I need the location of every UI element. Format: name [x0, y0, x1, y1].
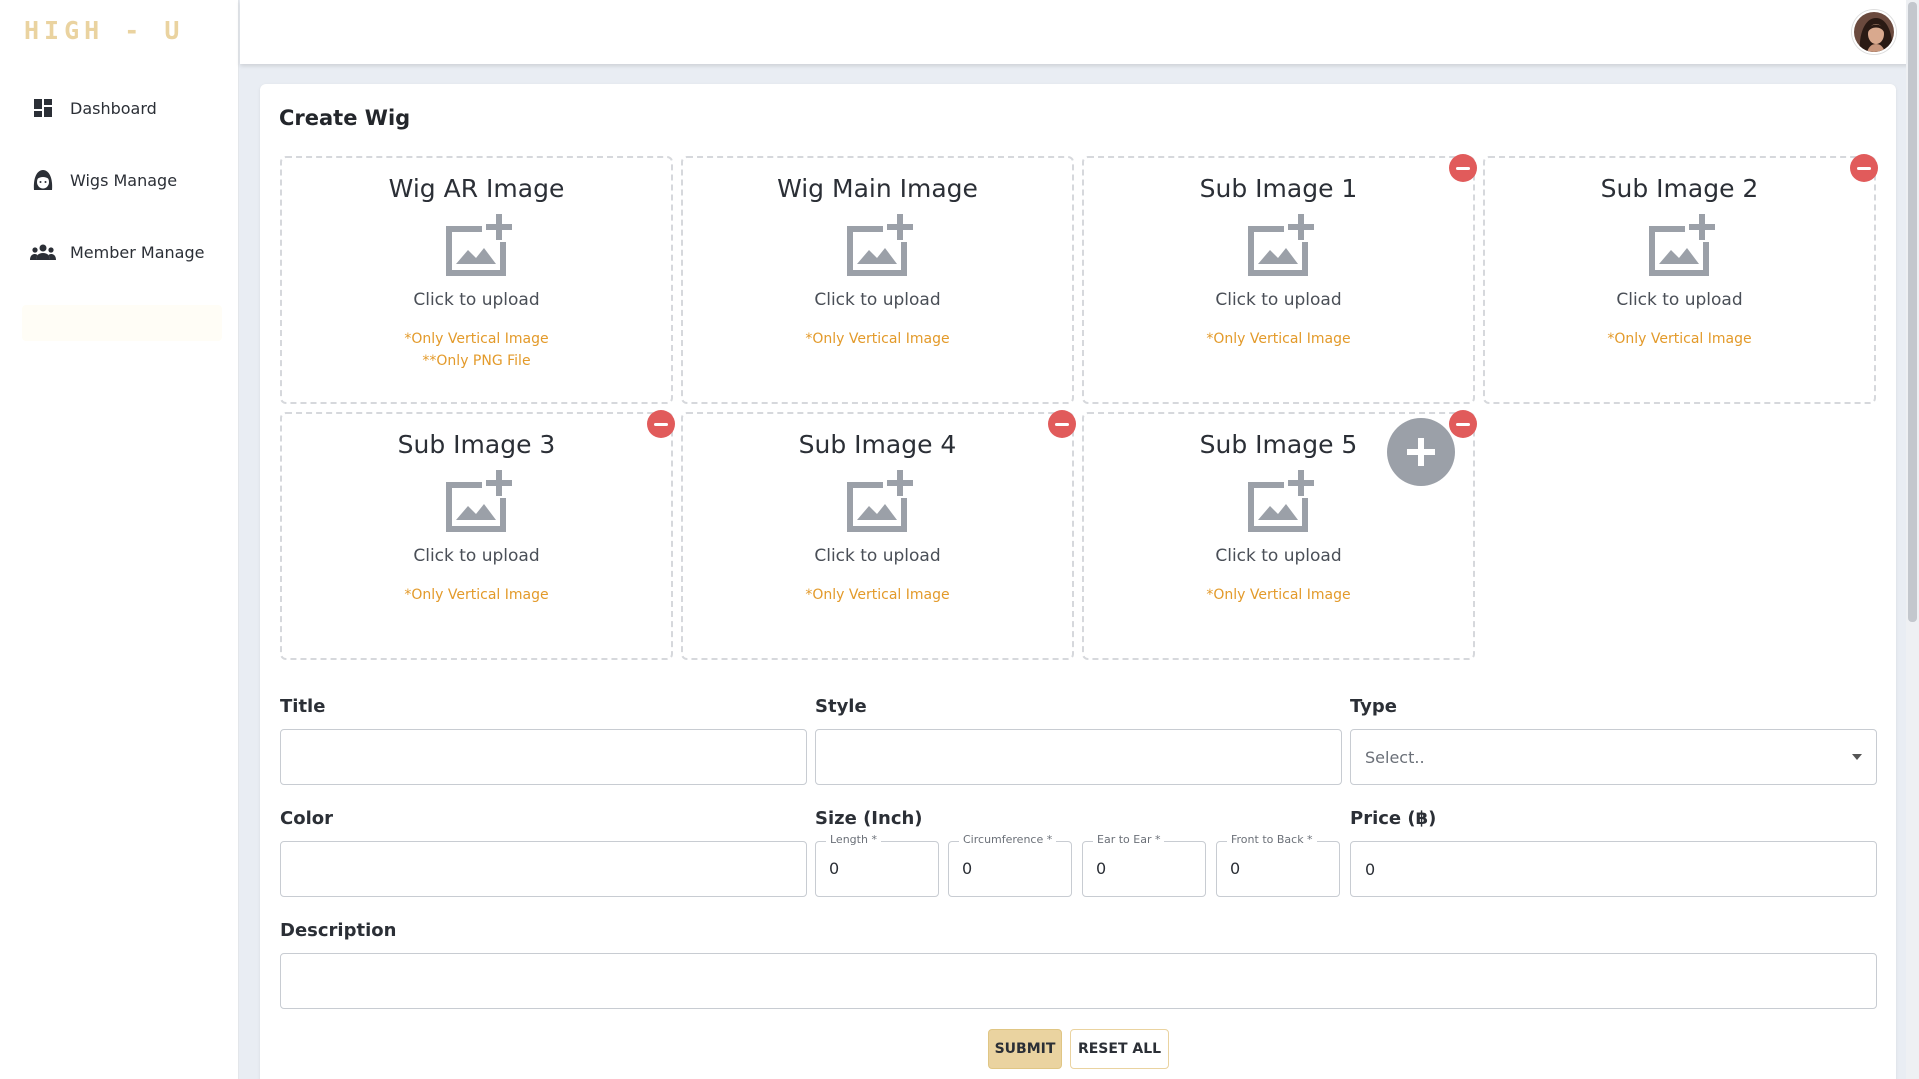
- click-to-upload-label: Click to upload: [413, 546, 540, 566]
- remove-image-button[interactable]: [1449, 154, 1477, 182]
- minus-icon: [1456, 166, 1470, 170]
- add-photo-icon: [1649, 214, 1715, 276]
- price-input[interactable]: [1350, 841, 1877, 897]
- caret-down-icon: [1852, 754, 1862, 760]
- minus-icon: [1055, 422, 1069, 426]
- type-label: Type: [1350, 696, 1397, 717]
- color-input[interactable]: [280, 841, 807, 897]
- tile-title: Sub Image 1: [1199, 174, 1358, 203]
- tile-note: *Only Vertical Image: [1206, 331, 1351, 347]
- tile-title: Sub Image 3: [397, 430, 556, 459]
- sidebar-item-wigs-manage[interactable]: Wigs Manage: [30, 160, 177, 200]
- title-input[interactable]: [280, 729, 807, 785]
- minus-icon: [1456, 422, 1470, 426]
- tile-note: *Only Vertical Image: [805, 587, 950, 603]
- click-to-upload-label: Click to upload: [1215, 546, 1342, 566]
- members-icon: [30, 239, 56, 265]
- color-label: Color: [280, 808, 333, 829]
- click-to-upload-label: Click to upload: [413, 290, 540, 310]
- tile-note: *Only Vertical Image **Only PNG File: [282, 328, 671, 372]
- size-label: Size (Inch): [815, 808, 923, 829]
- minus-icon: [654, 422, 668, 426]
- wig-icon: [30, 167, 56, 193]
- app-logo[interactable]: HIGH - U: [24, 16, 184, 45]
- tile-note: *Only Vertical Image: [404, 587, 549, 603]
- click-to-upload-label: Click to upload: [1215, 290, 1342, 310]
- front-to-back-value: 0: [1230, 859, 1241, 878]
- dashboard-icon: [30, 95, 56, 121]
- minus-icon: [1857, 166, 1871, 170]
- scrollbar-thumb[interactable]: [1908, 2, 1917, 622]
- sidebar: HIGH - U Dashboard Wigs Manage Member Ma…: [0, 0, 239, 1079]
- sidebar-item-member-manage[interactable]: Member Manage: [30, 232, 204, 272]
- length-field[interactable]: Length * 0: [815, 833, 939, 897]
- submit-button[interactable]: SUBMIT: [988, 1029, 1062, 1069]
- click-to-upload-label: Click to upload: [814, 290, 941, 310]
- add-photo-icon: [1248, 470, 1314, 532]
- note-png: **Only PNG File: [422, 353, 531, 369]
- upload-tile-wig-ar-image[interactable]: Wig AR Image Click to upload *Only Verti…: [280, 156, 673, 404]
- click-to-upload-label: Click to upload: [814, 546, 941, 566]
- note-vertical: *Only Vertical Image: [404, 331, 549, 347]
- remove-image-button[interactable]: [647, 410, 675, 438]
- price-label: Price (฿): [1350, 808, 1437, 829]
- user-avatar[interactable]: [1852, 10, 1896, 54]
- style-input[interactable]: [815, 729, 1342, 785]
- circumference-label: Circumference *: [959, 833, 1057, 846]
- add-photo-icon: [1248, 214, 1314, 276]
- title-label: Title: [280, 696, 326, 717]
- sidebar-highlight: [22, 305, 222, 341]
- circumference-value: 0: [962, 859, 973, 878]
- remove-image-button[interactable]: [1850, 154, 1878, 182]
- ear-to-ear-field[interactable]: Ear to Ear * 0: [1082, 833, 1206, 897]
- remove-image-button[interactable]: [1048, 410, 1076, 438]
- add-sub-image-button[interactable]: [1387, 418, 1455, 486]
- front-to-back-field[interactable]: Front to Back * 0: [1216, 833, 1340, 897]
- add-photo-icon: [446, 214, 512, 276]
- reset-all-button[interactable]: RESET ALL: [1070, 1029, 1169, 1069]
- type-select-placeholder: Select..: [1365, 747, 1425, 767]
- tile-title: Sub Image 4: [798, 430, 957, 459]
- add-photo-icon: [847, 214, 913, 276]
- upload-tile-wig-main-image[interactable]: Wig Main Image Click to upload *Only Ver…: [681, 156, 1074, 404]
- upload-tile-sub-image-3[interactable]: Sub Image 3 Click to upload *Only Vertic…: [280, 410, 675, 660]
- plus-icon: [1407, 438, 1435, 466]
- tile-title: Wig AR Image: [388, 174, 565, 203]
- length-label: Length *: [826, 833, 881, 846]
- length-value: 0: [829, 859, 840, 878]
- sidebar-item-dashboard[interactable]: Dashboard: [30, 88, 157, 128]
- ear-to-ear-value: 0: [1096, 859, 1107, 878]
- page-title: Create Wig: [279, 106, 411, 130]
- click-to-upload-label: Click to upload: [1616, 290, 1743, 310]
- tile-note: *Only Vertical Image: [1206, 587, 1351, 603]
- add-photo-icon: [847, 470, 913, 532]
- sidebar-item-label: Dashboard: [70, 98, 157, 118]
- topbar: [240, 0, 1919, 64]
- front-to-back-label: Front to Back *: [1227, 833, 1317, 846]
- sidebar-item-label: Member Manage: [70, 242, 205, 262]
- ear-to-ear-label: Ear to Ear *: [1093, 833, 1165, 846]
- description-input[interactable]: [280, 953, 1877, 1009]
- description-label: Description: [280, 920, 397, 941]
- upload-tile-sub-image-2[interactable]: Sub Image 2 Click to upload *Only Vertic…: [1483, 154, 1878, 404]
- sidebar-item-label: Wigs Manage: [70, 170, 178, 190]
- type-select[interactable]: Select..: [1350, 729, 1877, 785]
- remove-image-button[interactable]: [1449, 410, 1477, 438]
- upload-tile-sub-image-4[interactable]: Sub Image 4 Click to upload *Only Vertic…: [681, 410, 1076, 660]
- tile-title: Sub Image 2: [1600, 174, 1759, 203]
- upload-tile-sub-image-1[interactable]: Sub Image 1 Click to upload *Only Vertic…: [1082, 154, 1477, 404]
- tile-note: *Only Vertical Image: [1607, 331, 1752, 347]
- circumference-field[interactable]: Circumference * 0: [948, 833, 1072, 897]
- add-photo-icon: [446, 470, 512, 532]
- style-label: Style: [815, 696, 867, 717]
- tile-title: Wig Main Image: [777, 174, 978, 203]
- tile-note: *Only Vertical Image: [805, 331, 950, 347]
